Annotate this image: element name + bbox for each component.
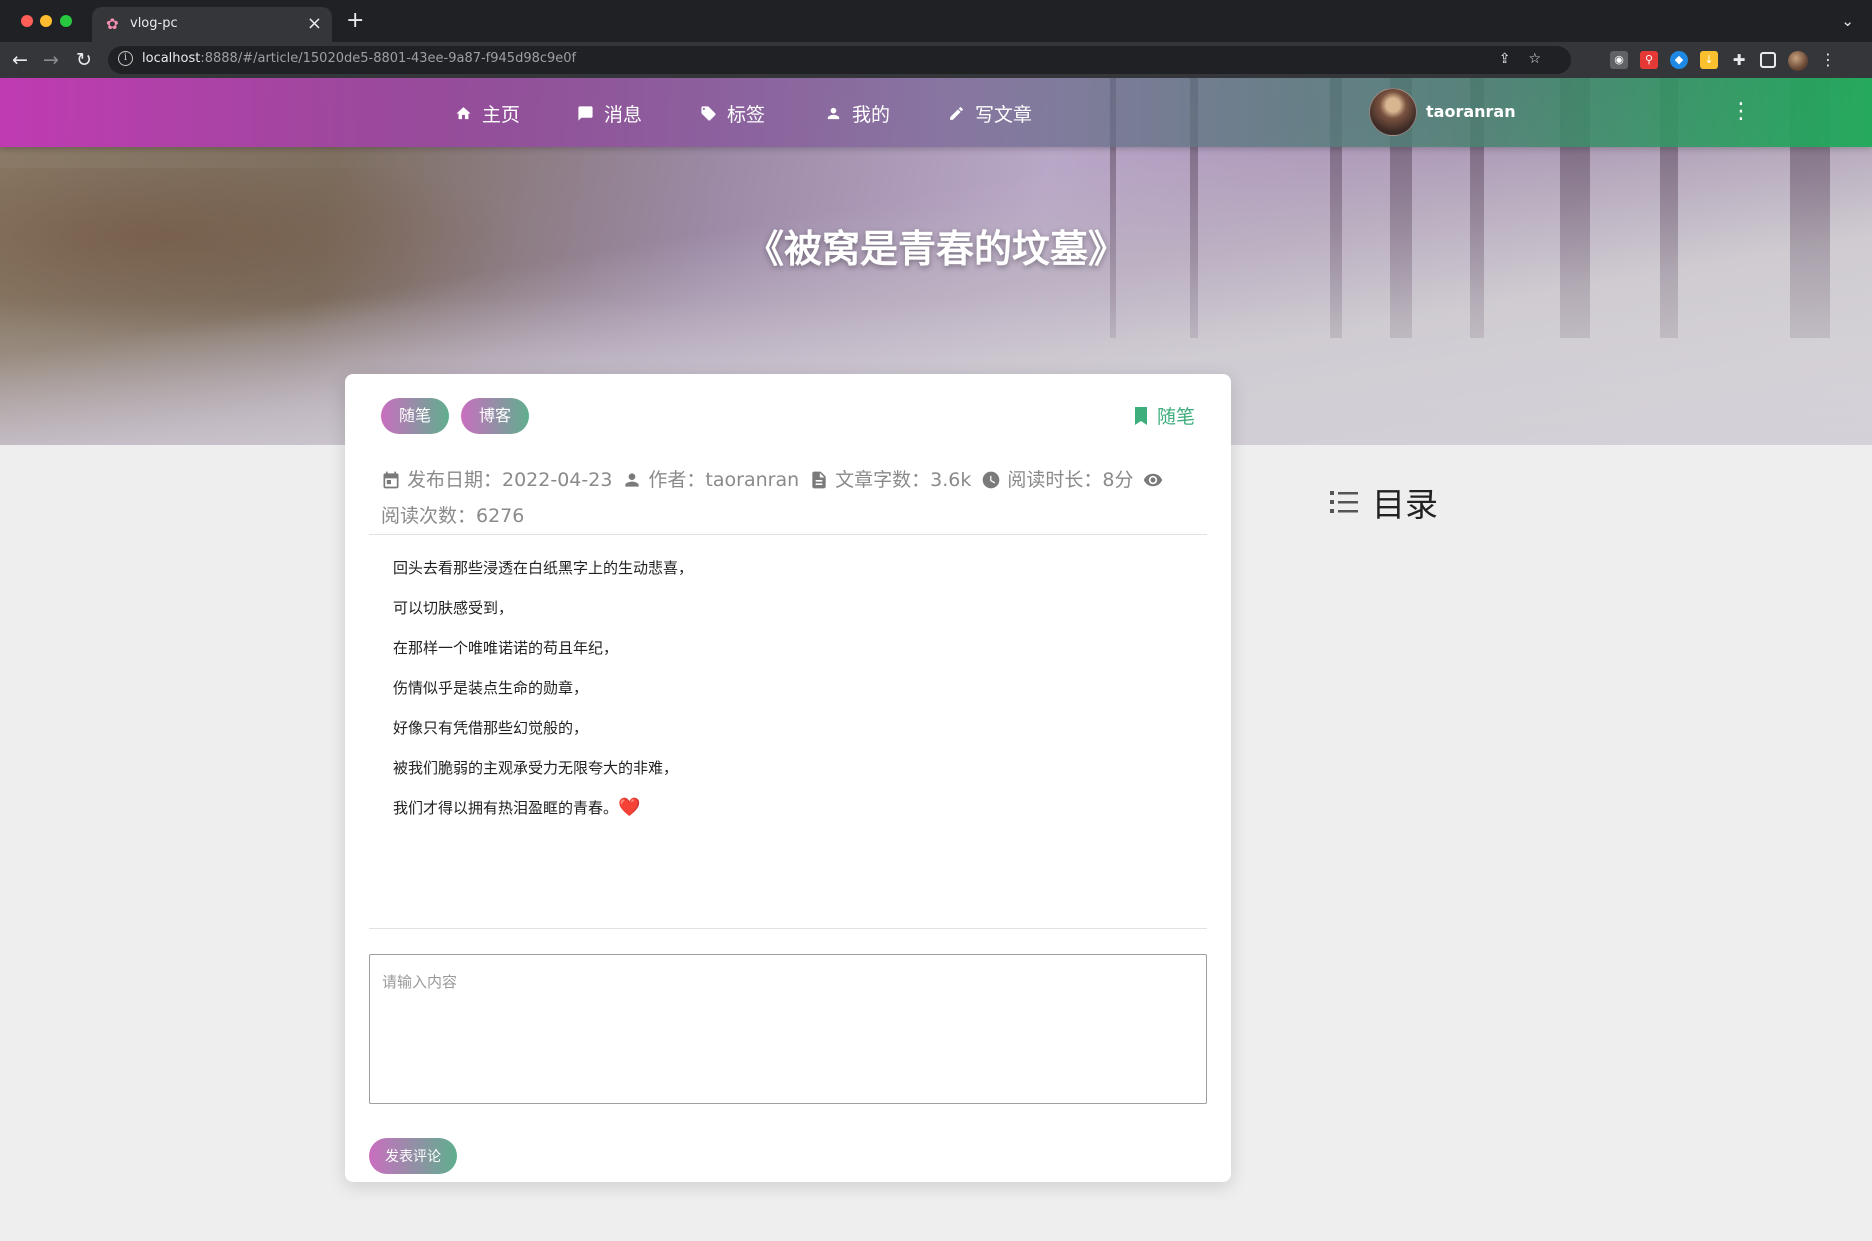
back-arrow-icon[interactable]: ← [12,48,28,72]
heart-icon: ❤️ [618,797,641,818]
tag-chip[interactable]: 随笔 [381,398,450,434]
bookmark-icon [1134,406,1147,425]
category-text: 随笔 [1156,406,1195,428]
toc-title: 目录 [1372,485,1438,524]
read-count: 阅读次数：6276 [381,505,525,527]
nav-home[interactable]: 主页 [455,98,520,128]
divider [369,928,1207,929]
new-tab-icon[interactable]: + [346,10,364,32]
list-icon [1330,491,1358,513]
article-line: 可以切肤感受到， [393,599,514,617]
profile-avatar-icon[interactable] [1788,51,1808,71]
comment-input[interactable] [369,954,1207,1104]
nav-write-article[interactable]: 写文章 [948,98,1032,128]
nav-write-label: 写文章 [975,103,1033,126]
flower-favicon-icon: ✿ [106,15,119,33]
username[interactable]: taoranran [1426,102,1516,121]
browser-tab-bar: ✿ vlog-pc × + ⌄ [0,0,1872,42]
browser-tab[interactable]: ✿ vlog-pc × [92,7,332,42]
site-info-icon[interactable]: i [118,51,133,66]
article-line-last: 我们才得以拥有热泪盈眶的青春。❤️ [393,797,641,818]
reload-icon[interactable]: ↻ [76,48,92,72]
table-of-contents-header: 目录 [1330,478,1438,526]
browser-menu-icon[interactable]: ⋮ [1820,51,1836,71]
tab-search-chevron-icon[interactable]: ⌄ [1841,12,1854,30]
side-panel-icon[interactable] [1760,52,1776,68]
share-and-bookmark-star-icon[interactable]: ⇪☆ [1499,51,1559,67]
nav-messages[interactable]: 消息 [577,98,642,128]
nav-tags[interactable]: 标签 [700,98,765,128]
article-meta: 发布日期：2022-04-23 作者：taoranran 文章字数：3.6k 阅… [381,464,1211,532]
article-line: 回头去看那些浸透在白纸黑字上的生动悲喜， [393,559,694,577]
home-icon [456,106,471,119]
category-label[interactable]: 随笔 [1133,402,1195,429]
person-icon [827,107,840,119]
window-close-button[interactable] [21,15,33,27]
eye-icon-wrap [1143,470,1163,490]
search-extension-icon[interactable]: ⚲ [1640,51,1658,69]
divider [369,534,1207,535]
nav-messages-label: 消息 [604,103,643,126]
address-bar[interactable]: i localhost:8888/#/article/15020de5-8801… [108,46,1571,74]
puzzle-extensions-icon[interactable]: ✚ [1730,51,1748,69]
article-line: 在那样一个唯唯诺诺的苟且年纪， [393,639,619,657]
word-count: 文章字数：3.6k [809,464,971,496]
read-time: 阅读时长：8分 [981,464,1133,496]
nav-home-label: 主页 [482,103,521,126]
article-title: 《被窝是青春的坟墓》 [745,227,1126,271]
address-url[interactable]: localhost:8888/#/article/15020de5-8801-4… [142,51,576,66]
message-icon [578,105,593,121]
nav-mine-label: 我的 [852,103,891,126]
camera-extension-icon[interactable]: ◉ [1610,51,1628,69]
window-zoom-button[interactable] [60,15,72,27]
author: 作者：taoranran [622,464,799,496]
user-avatar[interactable] [1369,88,1417,136]
extension-icons: ◉ ⚲ ◆ ↓ ✚ ⋮ [1610,51,1836,71]
clock-icon [983,471,1000,489]
more-vertical-icon[interactable]: ⋮ [1730,100,1752,124]
top-navigation-bar: 主页 消息 标签 我的 写文章 taoranran ⋮ [0,78,1872,147]
eye-icon [1144,473,1163,487]
tag-icon [701,105,716,121]
nav-mine[interactable]: 我的 [825,98,890,128]
article-line: 好像只有凭借那些幻觉般的， [393,719,589,737]
calendar-icon [383,471,399,489]
gem-extension-icon[interactable]: ◆ [1670,51,1688,69]
article-card: 随笔 博客 随笔 发布日期：2022-04-23 作者：taoranran 文章… [345,374,1231,1182]
window-minimize-button[interactable] [40,15,52,27]
article-line: 被我们脆弱的主观承受力无限夸大的非难， [393,759,679,777]
tab-title: vlog-pc [130,16,178,31]
article-line: 伤情似乎是装点生命的勋章， [393,679,589,697]
submit-comment-button[interactable]: 发表评论 [369,1138,457,1174]
document-icon [812,471,826,489]
person-icon [625,473,640,487]
download-extension-icon[interactable]: ↓ [1700,51,1718,69]
article-body: 回头去看那些浸透在白纸黑字上的生动悲喜， 可以切肤感受到， 在那样一个唯唯诺诺的… [393,548,1193,828]
browser-toolbar: ← → ↻ i localhost:8888/#/article/15020de… [0,42,1872,78]
tab-close-icon[interactable]: × [307,14,322,34]
publish-date: 发布日期：2022-04-23 [381,464,612,496]
tag-chip[interactable]: 博客 [461,398,530,434]
page: 《被窝是青春的坟墓》 主页 消息 标签 我的 写文章 taoranran ⋮ 随… [0,78,1872,1241]
forward-arrow-icon[interactable]: → [43,48,59,72]
nav-tags-label: 标签 [727,103,766,126]
pencil-icon [950,106,963,120]
